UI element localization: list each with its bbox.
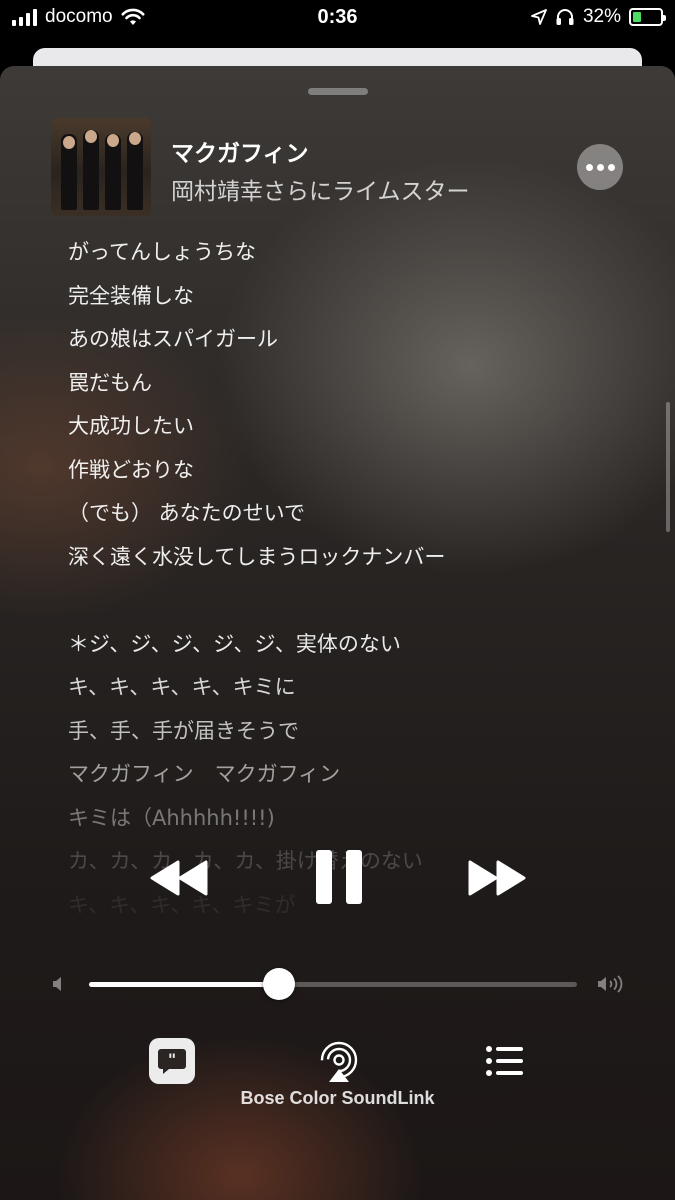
lyric-line[interactable]: 罠だもん — [68, 367, 152, 397]
playback-controls — [0, 850, 675, 910]
queue-list-icon[interactable] — [483, 1042, 525, 1080]
lyric-line[interactable]: ＊ジ、ジ、ジ、ジ、ジ、実体のない — [68, 628, 401, 658]
signal-icon — [12, 8, 37, 26]
lyric-line[interactable]: がってんしょうちな — [68, 236, 256, 266]
more-options-button[interactable] — [577, 144, 623, 190]
battery-percent: 32% — [582, 6, 621, 27]
lyric-line[interactable]: 作戦どおりな — [68, 454, 194, 484]
volume-high-icon — [598, 975, 623, 993]
album-art[interactable] — [51, 118, 151, 216]
lyric-line[interactable]: キミは（Ahhhhh!!!!) — [68, 802, 275, 832]
headphones-icon — [556, 9, 574, 25]
song-title: マクガフィン — [171, 141, 309, 167]
lyric-line[interactable]: 深く遠く水没してしまうロックナンバー — [68, 541, 445, 571]
status-left: docomo — [12, 6, 145, 28]
lyric-line[interactable]: （でも） あなたのせいで — [68, 497, 305, 527]
status-right: 32% — [531, 6, 666, 28]
lyric-line[interactable]: 大成功したい — [68, 410, 194, 440]
lyric-line[interactable]: キ、キ、キ、キ、キミに — [68, 671, 296, 701]
lyric-line[interactable]: 完全装備しな — [68, 280, 194, 310]
more-dot-icon — [585, 163, 593, 171]
song-artist[interactable]: 岡村靖幸さらにライムスター — [171, 172, 470, 206]
svg-text:": " — [168, 1050, 176, 1069]
carrier-label: docomo — [45, 6, 113, 27]
airplay-icon[interactable] — [317, 1040, 361, 1084]
lyric-line[interactable]: マクガフィン マクガフィン — [68, 758, 340, 788]
location-icon — [531, 9, 547, 25]
previous-track-button[interactable] — [150, 860, 210, 896]
lyrics-button[interactable]: " — [149, 1038, 195, 1084]
pause-button[interactable] — [316, 850, 362, 904]
lyrics-panel[interactable]: がってんしょうちな 完全装備しなあの娘はスパイガール 罠だもん大成功したい 作戦どおり… — [0, 226, 675, 926]
more-dot-icon — [607, 163, 615, 171]
sheet-grabber[interactable] — [308, 88, 368, 95]
more-dot-icon — [596, 163, 604, 171]
battery-icon — [629, 8, 666, 26]
now-playing-sheet: マクガフィン 岡村靖幸さらにライムスター がってんしょうちな 完全装備しなあの娘は… — [0, 66, 675, 1200]
volume-fill — [89, 982, 280, 987]
battery-level-fill — [633, 12, 642, 22]
lyric-line[interactable]: 手、手、手が届きそうで — [68, 715, 299, 745]
output-device-label: Bose Color SoundLink — [240, 1088, 435, 1108]
lyric-line[interactable]: あの娘はスパイガール — [68, 323, 278, 353]
lyrics-quote-icon: " — [158, 1049, 186, 1074]
wifi-icon — [121, 8, 145, 25]
next-track-button[interactable] — [466, 860, 526, 896]
status-bar: docomo 0:36 32% — [0, 0, 675, 40]
volume-low-icon — [53, 977, 61, 991]
volume-slider[interactable] — [89, 968, 577, 1000]
